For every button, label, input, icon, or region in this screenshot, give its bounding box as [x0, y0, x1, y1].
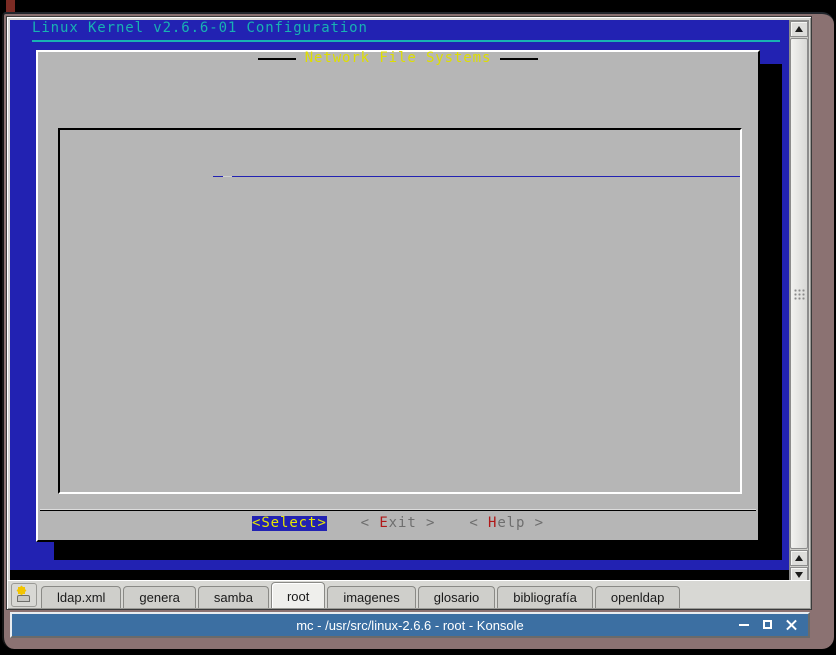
- button-hotkey: H: [488, 515, 497, 531]
- tab-strip: ldap.xml genera samba root: [41, 582, 682, 608]
- terminal: Linux Kernel v2.6.6-01 Configuration Net…: [10, 20, 790, 582]
- minimize-button[interactable]: [738, 619, 750, 631]
- hotkey-letter: I: [251, 266, 260, 267]
- menu-item[interactable]: < > NFS server support: [64, 147, 740, 162]
- new-tab-button[interactable]: [11, 583, 37, 607]
- menu-item[interactable]: <M> CIFS support (advanced network files…: [64, 207, 740, 222]
- session-tab[interactable]: root: [271, 582, 325, 608]
- session-tab[interactable]: glosario: [418, 586, 496, 608]
- hotkey-letter: C: [260, 236, 269, 237]
- menu-item[interactable]: < > NCP file system support (to mount Ne…: [64, 222, 740, 237]
- window-titlebar[interactable]: mc - /usr/src/linux-2.6.6 - root - Konso…: [10, 612, 810, 638]
- scrollbar-thumb[interactable]: [790, 38, 808, 549]
- cursor-block: M: [223, 176, 232, 177]
- dialog-title-row: Network File Systems: [38, 51, 758, 66]
- hotkey-letter: A: [251, 281, 260, 282]
- konsole-frame: Linux Kernel v2.6.6-01 Configuration Net…: [6, 16, 812, 610]
- session-tab[interactable]: ldap.xml: [41, 586, 121, 608]
- tab-label: samba: [214, 590, 253, 605]
- menu-item[interactable]: (cp850) Default Remote NLS Option: [64, 192, 740, 207]
- menu-item[interactable]: [*] Use a default NLS: [64, 177, 740, 192]
- session-tab[interactable]: imagenes: [327, 586, 415, 608]
- instructions: Arrow keys navigate the menu. <Enter> se…: [58, 65, 836, 125]
- menu-item[interactable]: < > InterMezzo file system support (repl…: [64, 252, 740, 267]
- session-tab[interactable]: genera: [123, 586, 195, 608]
- session-tab[interactable]: samba: [198, 586, 269, 608]
- hotkey-letter: U: [269, 191, 278, 192]
- up-arrow-icon: [795, 26, 803, 32]
- button-hotkey: E: [379, 515, 388, 531]
- tab-label: bibliografía: [513, 590, 577, 605]
- menu-list[interactable]: < > NFS file system support < > NFS serv…: [58, 128, 742, 494]
- title-dash-right: [500, 58, 538, 60]
- hotkey-letter: D: [288, 206, 297, 207]
- tab-label: imagenes: [343, 590, 399, 605]
- tab-label: genera: [139, 590, 179, 605]
- minimize-icon: [739, 624, 749, 626]
- tab-bar: ldap.xml genera samba root: [8, 580, 810, 608]
- down-arrow-icon: [795, 572, 803, 578]
- title-dash-left: [258, 58, 296, 60]
- scroll-up-button[interactable]: [790, 21, 808, 37]
- hotkey-letter: F: [260, 161, 269, 162]
- header-underline: [32, 40, 780, 42]
- window-title: mc - /usr/src/linux-2.6.6 - root - Konso…: [12, 618, 808, 633]
- menu-item[interactable]: < > Coda file system support (advanced n…: [64, 237, 740, 252]
- instruction-line: letters are hotkeys. Pressing <Y> includ…: [58, 80, 836, 95]
- kernel-config-header: Linux Kernel v2.6.6-01 Configuration: [32, 21, 368, 36]
- tab-label: root: [287, 589, 309, 604]
- button-hotkey: S: [261, 515, 270, 531]
- dialog-button[interactable]: < Exit >: [361, 516, 436, 531]
- instruction-line: features. Press <Esc><Esc> to exit, <?> …: [58, 95, 836, 110]
- instruction-line: [ ] excluded <M> module < > module capab…: [58, 110, 836, 125]
- terminal-tab-shape: [17, 595, 30, 602]
- dialog-button[interactable]: <Select>: [252, 516, 327, 531]
- tab-label: openldap: [611, 590, 665, 605]
- dialog-buttons: <Select> < Exit > < Help >: [38, 516, 758, 531]
- menu-item[interactable]: < > Andrew File System support (AFS) (Ex…: [64, 267, 740, 282]
- tab-label: ldap.xml: [57, 590, 105, 605]
- thumb-grip-icon: [794, 288, 805, 299]
- instruction-line: Arrow keys navigate the menu. <Enter> se…: [58, 65, 836, 80]
- hotkey-letter: F: [260, 146, 269, 147]
- konsole-window: Linux Kernel v2.6.6-01 Configuration Net…: [2, 12, 834, 649]
- dialog-title: Network File Systems: [296, 51, 501, 66]
- scrollbar[interactable]: [789, 20, 809, 585]
- hotkey-letter: S: [251, 176, 260, 177]
- dialog-button[interactable]: < Help >: [469, 516, 544, 531]
- menuconfig-dialog: Network File Systems Arrow keys navigate…: [36, 50, 760, 542]
- close-button[interactable]: [786, 619, 798, 631]
- hotkey-letter: C: [251, 251, 260, 252]
- maximize-icon: [763, 620, 772, 629]
- desktop-background: Linux Kernel v2.6.6-01 Configuration Net…: [0, 0, 836, 655]
- scroll-up-button-bottom[interactable]: [790, 550, 808, 566]
- menu-item[interactable]: < > NFS file system support: [64, 132, 740, 147]
- up-arrow-icon: [795, 555, 803, 561]
- menu-item[interactable]: <M> SMB file system support (to mount Wi…: [64, 162, 740, 177]
- window-controls: [738, 614, 798, 636]
- tab-label: glosario: [434, 590, 480, 605]
- session-tab[interactable]: openldap: [595, 586, 681, 608]
- maximize-button[interactable]: [762, 619, 774, 631]
- hotkey-letter: C: [251, 221, 260, 222]
- new-tab-icon: [17, 586, 27, 596]
- session-tab[interactable]: bibliografía: [497, 586, 593, 608]
- button-separator: [40, 510, 756, 511]
